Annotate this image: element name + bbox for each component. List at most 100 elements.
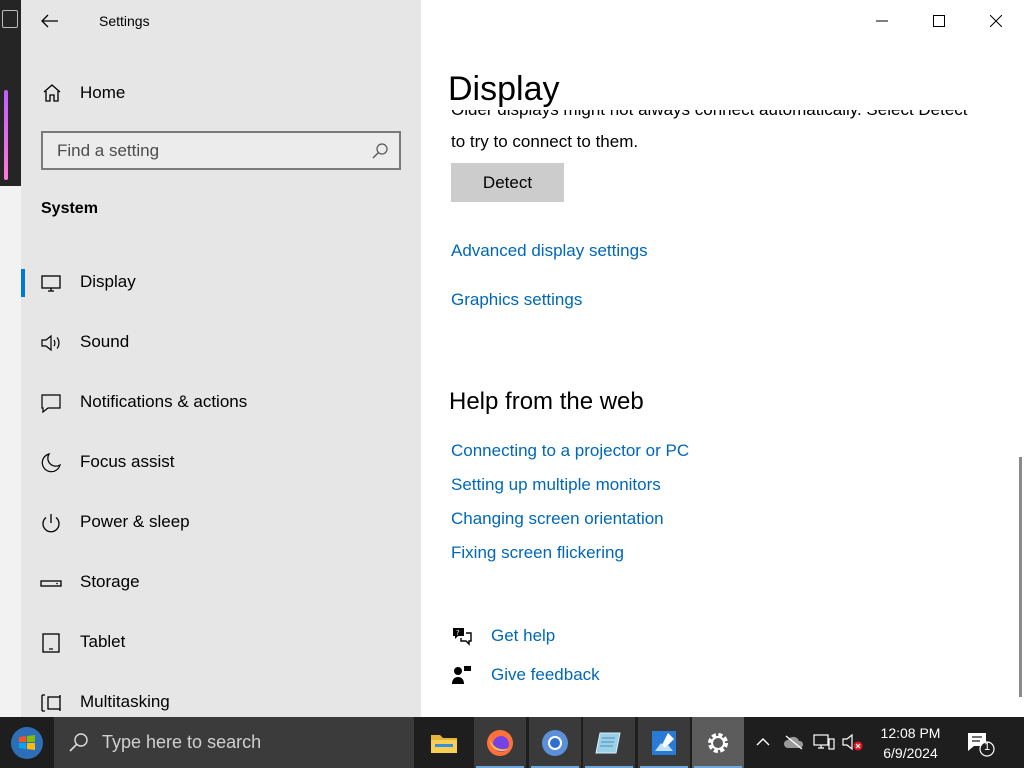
notification-count-badge: 1 <box>983 741 991 753</box>
drive-icon <box>40 580 62 587</box>
notepad-icon <box>595 732 621 753</box>
sidebar-item-label: Multitasking <box>80 692 170 711</box>
minimize-icon <box>875 20 888 22</box>
taskbar-search-input[interactable] <box>102 717 402 768</box>
sidebar-item-tablet[interactable]: Tablet <box>21 613 421 673</box>
sidebar-item-power-sleep[interactable]: Power & sleep <box>21 493 421 553</box>
sidebar: Settings Home System Display Sound Notif… <box>21 0 421 717</box>
find-setting-input[interactable] <box>43 133 363 168</box>
sidebar-item-label: Sound <box>80 332 130 351</box>
onedrive-tray-button[interactable] <box>783 731 805 753</box>
moon-icon <box>41 453 61 473</box>
network-icon <box>813 734 835 750</box>
detect-button[interactable]: Detect <box>451 163 564 202</box>
chevron-up-icon <box>756 738 770 746</box>
taskbar-app-chromium[interactable] <box>529 717 581 768</box>
search-icon <box>69 733 88 752</box>
back-button[interactable] <box>36 9 64 33</box>
sidebar-item-storage[interactable]: Storage <box>21 553 421 613</box>
clock-time: 12:08 PM <box>880 725 941 741</box>
sidebar-item-sound[interactable]: Sound <box>21 313 421 373</box>
sidebar-item-display[interactable]: Display <box>21 253 421 313</box>
settings-icon <box>708 732 728 753</box>
speaker-muted-icon <box>842 733 863 751</box>
taskbar-app-firefox[interactable] <box>474 717 526 768</box>
help-chat-icon: ? <box>453 628 472 646</box>
title-bar: Settings <box>21 0 421 44</box>
help-section-title: Help from the web <box>449 388 644 415</box>
volume-tray-button[interactable] <box>842 731 864 753</box>
taskbar-app-notepad[interactable] <box>583 717 635 768</box>
sidebar-item-label: Tablet <box>80 632 126 651</box>
show-hidden-icons-button[interactable] <box>752 731 774 753</box>
minimize-button[interactable] <box>853 0 910 42</box>
give-feedback-label: Give feedback <box>491 665 600 684</box>
help-link-screen-flickering[interactable]: Fixing screen flickering <box>451 543 624 563</box>
help-link-projector[interactable]: Connecting to a projector or PC <box>451 441 689 461</box>
find-setting-box[interactable] <box>41 131 401 170</box>
network-tray-button[interactable] <box>813 731 835 753</box>
windows-logo-icon <box>11 726 43 759</box>
multitasking-icon <box>41 694 61 712</box>
sidebar-item-label: Notifications & actions <box>80 392 248 411</box>
sidebar-item-label: Focus assist <box>80 452 175 471</box>
sidebar-item-focus-assist[interactable]: Focus assist <box>21 433 421 493</box>
taskbar-search-box[interactable] <box>54 717 414 768</box>
page-title: Display <box>448 70 560 108</box>
sidebar-item-home[interactable]: Home <box>21 72 421 112</box>
sidebar-item-notifications[interactable]: Notifications & actions <box>21 373 421 433</box>
advanced-display-settings-link[interactable]: Advanced display settings <box>451 241 648 261</box>
taskbar-clock[interactable]: 12:08 PM 6/9/2024 <box>868 723 953 763</box>
taskbar-app-paint[interactable] <box>638 717 690 768</box>
desktop-window-edge-white <box>0 186 21 717</box>
svg-text:?: ? <box>456 629 460 637</box>
chromium-icon <box>542 729 568 756</box>
start-button[interactable] <box>0 717 54 768</box>
cloud-offline-icon <box>784 735 804 750</box>
maximize-icon <box>932 15 945 27</box>
taskbar-app-file-explorer[interactable] <box>418 717 470 768</box>
sidebar-item-label: Home <box>80 83 126 102</box>
taskbar: 12:08 PM 6/9/2024 1 <box>0 717 1024 768</box>
notification-icon <box>968 733 995 757</box>
feedback-person-icon <box>452 666 471 684</box>
tablet-icon <box>42 633 60 653</box>
graphics-settings-link[interactable]: Graphics settings <box>451 290 582 310</box>
taskbar-app-settings[interactable] <box>692 717 744 768</box>
power-icon <box>42 514 60 533</box>
file-explorer-icon <box>431 734 457 753</box>
settings-window: Settings Home System Display Sound Notif… <box>21 0 1024 717</box>
action-center-button[interactable]: 1 <box>962 727 998 759</box>
close-button[interactable] <box>967 0 1024 42</box>
content-pane: Display Older displays might not always … <box>421 0 1024 717</box>
speaker-icon <box>41 334 60 352</box>
desktop-window-edge <box>4 90 8 180</box>
monitor-icon <box>41 275 61 292</box>
desktop-background <box>0 0 21 717</box>
help-link-multiple-monitors[interactable]: Setting up multiple monitors <box>451 475 661 495</box>
firefox-icon <box>487 729 513 756</box>
help-link-screen-orientation[interactable]: Changing screen orientation <box>451 509 664 529</box>
selection-indicator <box>21 269 25 297</box>
home-icon <box>43 84 61 102</box>
close-icon <box>989 15 1002 27</box>
sidebar-item-label: Display <box>80 272 136 291</box>
message-icon <box>41 394 61 414</box>
desktop-app-icon[interactable] <box>2 10 18 28</box>
get-help-link[interactable]: ? Get help <box>451 623 591 651</box>
sidebar-item-label: Power & sleep <box>80 512 190 531</box>
clock-date: 6/9/2024 <box>883 745 938 761</box>
vertical-scrollbar[interactable] <box>1019 457 1022 697</box>
give-feedback-link[interactable]: Give feedback <box>451 662 611 690</box>
search-icon[interactable] <box>371 142 389 160</box>
sidebar-item-label: Storage <box>80 572 140 591</box>
detect-description: to try to connect to them. <box>451 132 639 151</box>
back-arrow-icon <box>41 14 58 28</box>
paint-icon <box>652 730 676 755</box>
detect-text-clipped: Older displays might not always connect … <box>451 110 1011 123</box>
section-heading: System <box>41 200 98 217</box>
maximize-button[interactable] <box>910 0 967 42</box>
app-title: Settings <box>99 13 150 29</box>
get-help-label: Get help <box>491 626 556 645</box>
window-controls <box>853 0 1024 44</box>
